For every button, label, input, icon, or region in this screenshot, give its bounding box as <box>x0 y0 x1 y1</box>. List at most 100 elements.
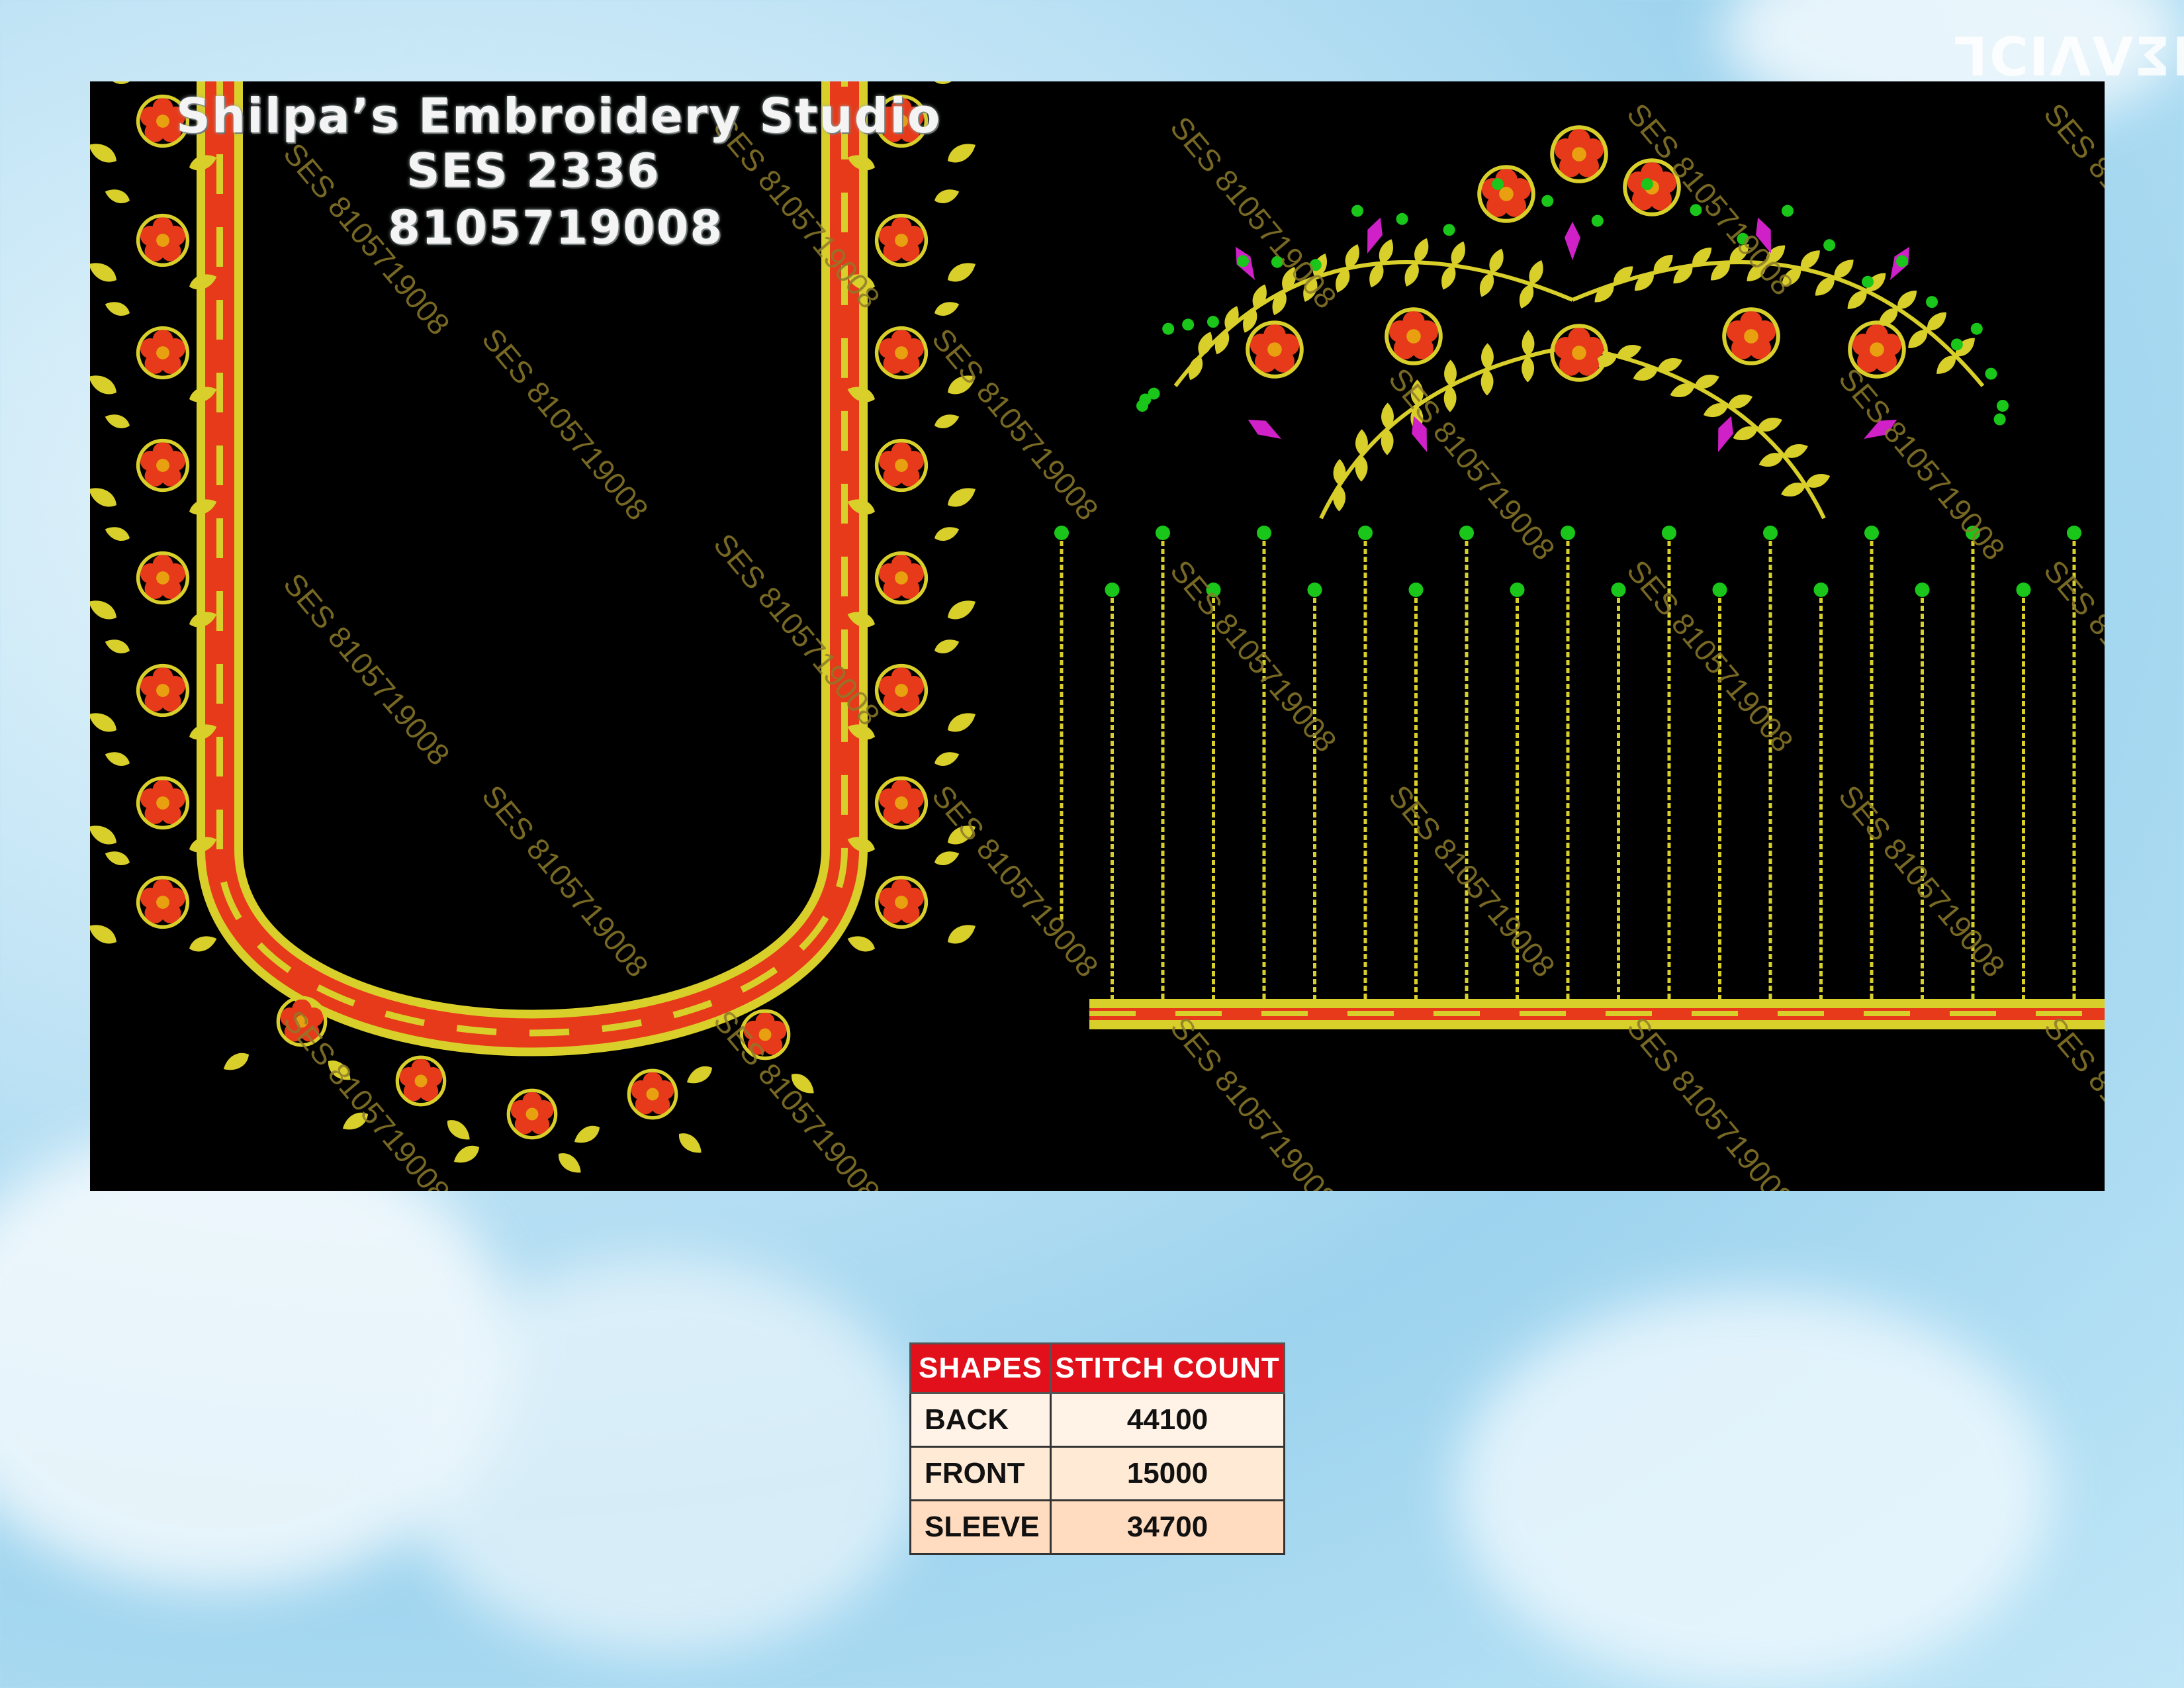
leaf-motif <box>443 1115 475 1145</box>
watermark-text: SES 8105719008 <box>1382 778 1562 984</box>
leaf-motif <box>90 707 120 737</box>
watermark-text: SES 8105719008 <box>707 1004 887 1191</box>
leaf-motif <box>103 81 132 87</box>
watermark-text: SES 8105719008 <box>475 778 655 984</box>
leaf-motif <box>932 635 962 657</box>
flower-motif <box>629 1070 676 1117</box>
studio-name: Shilpa’s Embroidery Studio <box>176 88 942 144</box>
watermark-text: SES 8105719008 <box>1620 553 1800 759</box>
leaf-motif <box>932 410 962 432</box>
leaf-motif <box>932 748 962 769</box>
bead-dot <box>1862 275 1874 288</box>
flower-motif <box>138 778 188 828</box>
watermark-text: SES 8105719008 <box>1620 1010 1800 1191</box>
bead-dot <box>1662 526 1676 540</box>
bead-dot <box>1408 583 1424 597</box>
leaf-motif <box>103 748 132 769</box>
flower-motif <box>877 878 927 927</box>
bead-dot <box>1510 583 1525 597</box>
bead-dot <box>1997 400 2009 412</box>
phone-number: 8105719008 <box>388 201 724 255</box>
flower-motif <box>1387 309 1441 363</box>
shapes-header: SHAPES <box>909 1342 1052 1394</box>
bead-dot <box>1591 214 1604 227</box>
flower-motif <box>138 328 188 378</box>
bead-dot <box>1915 583 1930 597</box>
leaf-motif <box>90 369 120 400</box>
shape-name: BACK <box>909 1392 1052 1448</box>
leaf-motif <box>1480 343 1494 370</box>
bead-dot <box>2067 526 2081 540</box>
bead-dot <box>1148 387 1160 400</box>
leaf-motif <box>103 635 132 657</box>
bead-dot <box>1895 255 1908 267</box>
leaf-motif <box>90 257 120 287</box>
bead-dot <box>1782 205 1794 217</box>
leaf-motif <box>103 847 132 868</box>
bead-dot <box>1206 316 1219 328</box>
leaf-motif <box>103 185 132 207</box>
embroidery-design-canvas: SES 8105719008 SES 8105719008 SES 81057190… <box>90 81 2105 1191</box>
bead-dot <box>1459 526 1474 540</box>
table-row: SLEEVE 34700 <box>909 1499 1285 1555</box>
watermark-text: SES 8105719008 <box>1163 110 1343 315</box>
leaf-motif <box>103 523 132 544</box>
bead-dot <box>1950 338 1963 351</box>
bead-dot <box>1358 526 1373 540</box>
bead-dot <box>1237 255 1250 267</box>
leaf-motif <box>103 410 132 432</box>
bead-dot <box>1156 526 1170 540</box>
bead-dot <box>1763 526 1778 540</box>
front-floral-motif <box>1136 127 2009 520</box>
bud-motif <box>1718 416 1733 452</box>
leaf-motif <box>944 482 979 512</box>
leaf-motif <box>932 523 962 544</box>
watermark-text: SES 8105719008 <box>925 778 1105 984</box>
table-header-row: SHAPES STITCH COUNT <box>909 1342 1285 1394</box>
bead-dot <box>1813 583 1829 597</box>
leaf-motif <box>944 919 979 949</box>
bead-dot <box>1611 583 1626 597</box>
flower-motif <box>877 216 927 265</box>
bead-dot <box>1823 239 1836 252</box>
flower-motif <box>508 1090 555 1137</box>
leaf-motif <box>90 594 120 625</box>
watermark-text: SES 8105719008 <box>2037 1010 2105 1191</box>
corner-watermark: IΣVΛIƆΓ <box>1952 26 2184 88</box>
bead-dot <box>1712 583 1727 597</box>
table-row: FRONT 15000 <box>909 1446 1285 1501</box>
bead-dot <box>1492 178 1504 191</box>
leaf-motif <box>674 1128 706 1158</box>
flower-motif <box>138 666 188 716</box>
leaf-motif <box>944 707 979 737</box>
flower-motif <box>1248 322 1302 377</box>
flower-motif <box>877 328 927 378</box>
flower-motif <box>1479 167 1533 221</box>
bead-dot <box>1105 583 1120 597</box>
stitch-count: 15000 <box>1050 1446 1285 1501</box>
stitch-count-table: SHAPES STITCH COUNT BACK 44100 FRONT 150… <box>909 1342 1285 1555</box>
leaf-motif <box>1522 330 1535 357</box>
leaf-motif <box>845 932 878 955</box>
bead-dot <box>1970 322 1983 335</box>
bead-dot <box>1641 178 1653 191</box>
leaf-motif <box>932 298 962 319</box>
leaf-motif <box>932 81 962 87</box>
background-blob <box>1456 1291 2052 1688</box>
watermark-text: SES 8105719008 <box>475 322 655 527</box>
leaf-motif <box>932 847 962 868</box>
leaf-motif <box>90 820 120 850</box>
flower-motif <box>397 1057 444 1104</box>
bead-dot <box>1926 296 1938 308</box>
leaf-motif <box>450 1141 483 1168</box>
bead-dot <box>1307 583 1322 597</box>
leaf-motif <box>187 932 219 955</box>
watermark-text: SES 8105719008 <box>277 567 457 772</box>
bead-dot <box>1985 367 1997 380</box>
bead-dot <box>1054 526 1069 540</box>
leaf-motif <box>932 185 962 207</box>
flower-motif <box>877 441 927 491</box>
watermark-text: SES 8105719008 <box>1163 1010 1343 1191</box>
background-blob <box>397 1258 927 1655</box>
leaf-motif <box>90 482 120 512</box>
